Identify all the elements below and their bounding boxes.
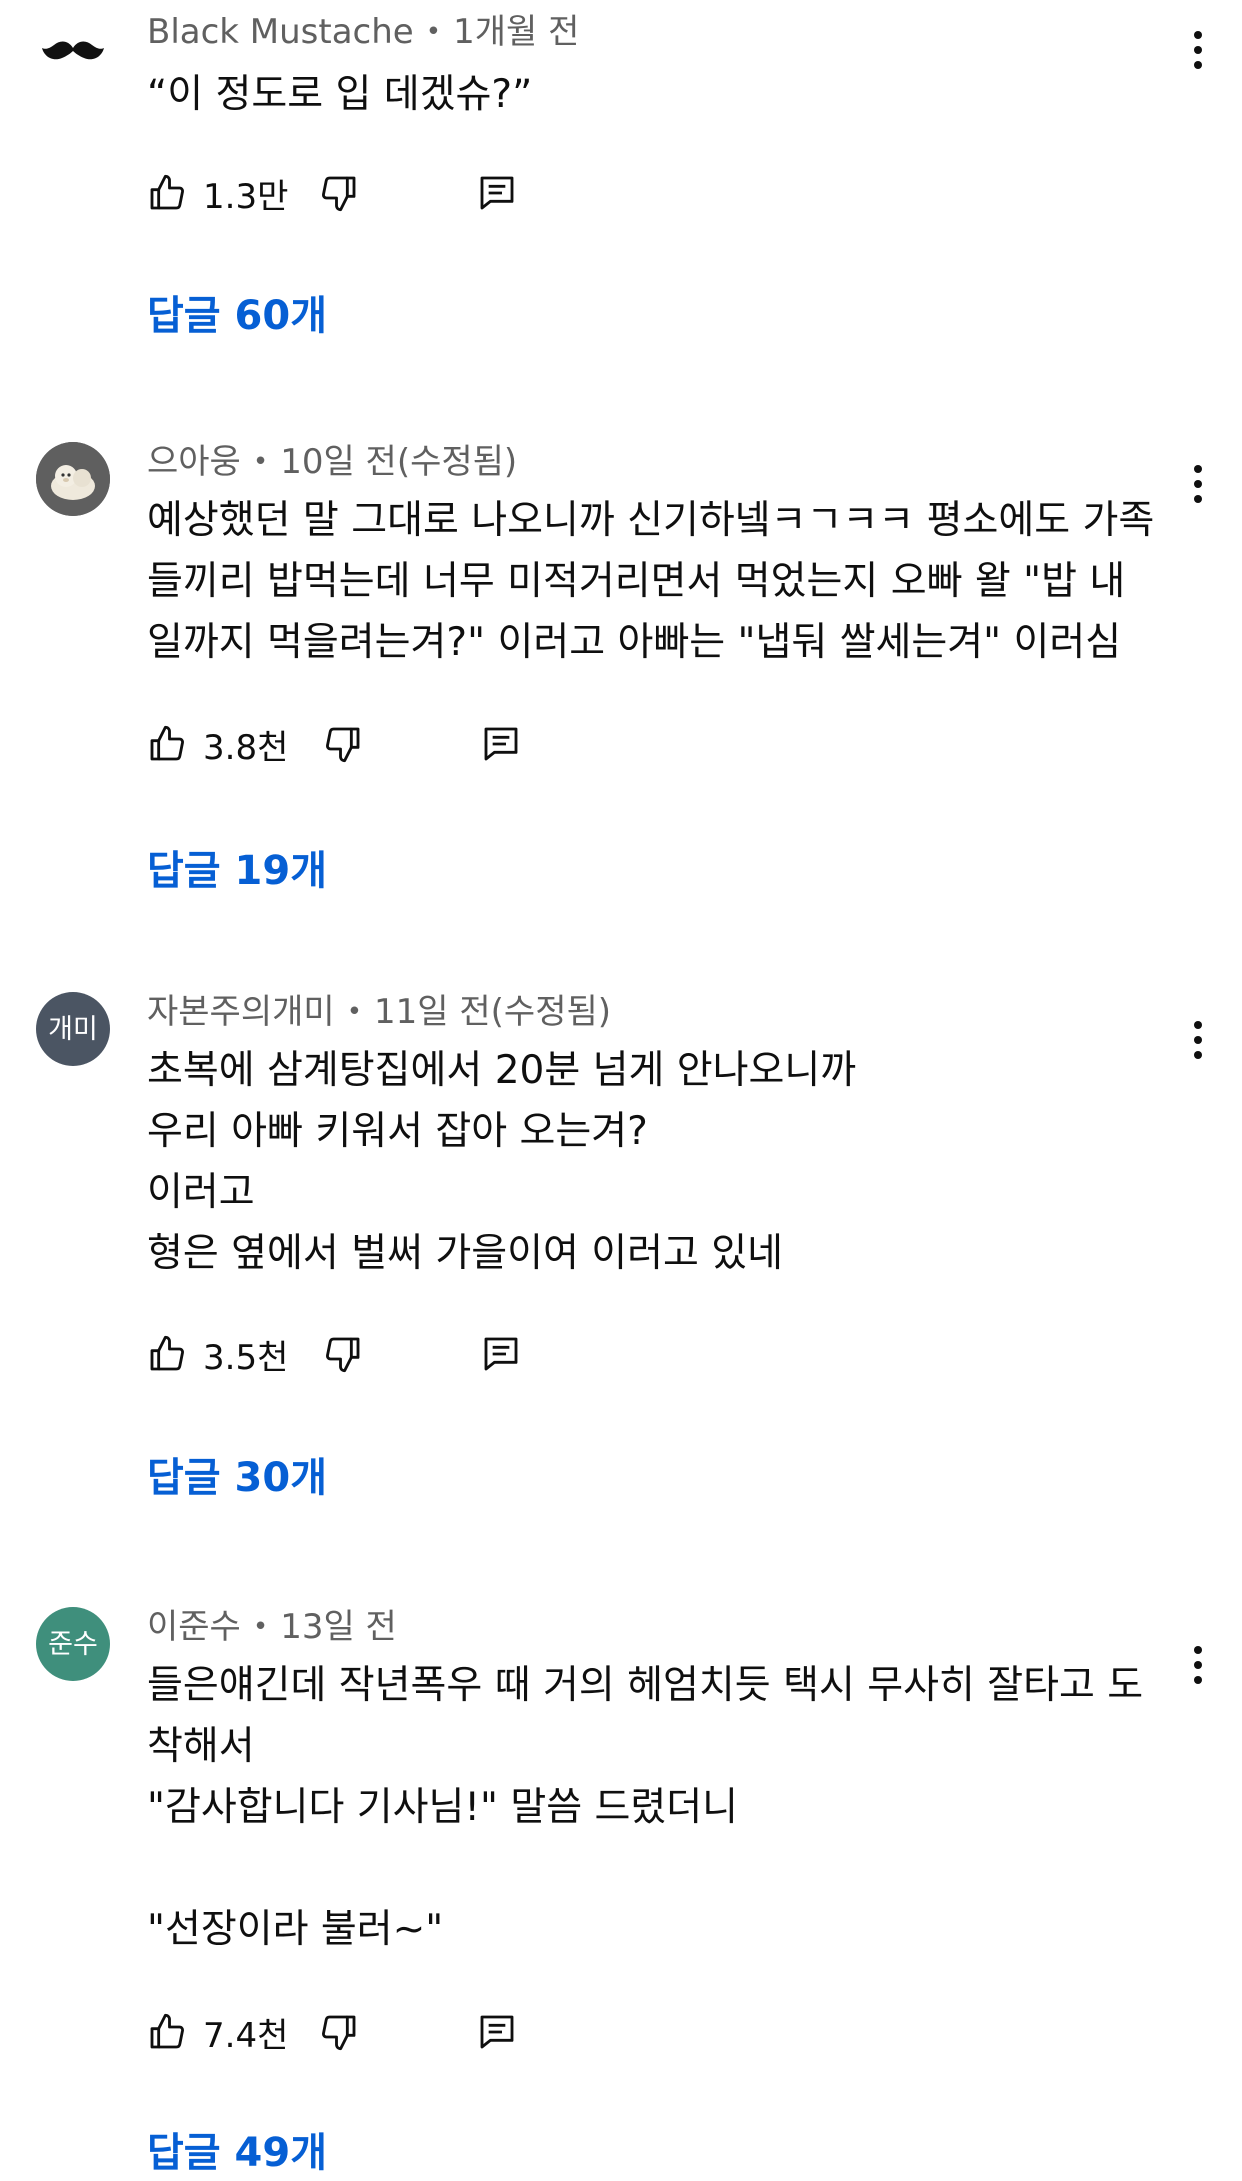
comment-line: 예상했던 말 그대로 나오니까 신기하넼ㅋㄱㅋㅋ 평소에도 가족 xyxy=(147,498,1155,543)
comment-line: 들은얘긴데 작년폭우 때 거의 헤엄치듯 택시 무사히 잘타고 도 xyxy=(147,1663,1144,1708)
author-name[interactable]: Black Mustache xyxy=(147,12,414,52)
comment-actions: 3.8천 xyxy=(147,716,567,772)
comment-actions: 3.5천 xyxy=(147,1326,567,1382)
comment-time: 13일 전 xyxy=(280,1607,397,1647)
comment-line: “이 정도로 입 데겠슈?” xyxy=(147,72,533,117)
like-button[interactable]: 3.8천 xyxy=(147,716,288,772)
comment-icon xyxy=(484,1337,518,1371)
view-replies-button[interactable]: 답글 60개 xyxy=(147,290,327,342)
reply-button[interactable] xyxy=(481,1326,521,1382)
avatar-initials: 개미 xyxy=(48,1013,98,1045)
comment-actions: 7.4천 xyxy=(147,2004,567,2060)
like-button[interactable]: 1.3만 xyxy=(147,165,288,221)
separator-dot: • xyxy=(252,447,269,477)
more-vert-icon xyxy=(1194,31,1202,69)
comment-line: 우리 아빠 키워서 잡아 오는겨? xyxy=(147,1109,648,1154)
more-vert-icon xyxy=(1194,1646,1202,1684)
comment-meta: 이준수 • 13일 전 xyxy=(147,1605,397,1649)
dislike-button[interactable] xyxy=(323,716,363,772)
comment-line: "감사합니다 기사님!" 말씀 드렸더니 xyxy=(147,1785,739,1830)
comment-text: “이 정도로 입 데겠슈?” xyxy=(147,64,1187,125)
comment-icon xyxy=(484,727,518,761)
view-replies-button[interactable]: 답글 30개 xyxy=(147,1452,327,1504)
thumb-down-icon xyxy=(322,2015,356,2051)
like-count: 7.4천 xyxy=(203,2015,289,2056)
thumb-down-icon xyxy=(326,1337,360,1373)
thumb-up-icon xyxy=(150,174,184,210)
comment-time: 1개월 전 xyxy=(453,12,580,52)
author-name[interactable]: 이준수 xyxy=(147,1607,241,1647)
comment-text: 들은얘긴데 작년폭우 때 거의 헤엄치듯 택시 무사히 잘타고 도 착해서 "감… xyxy=(147,1655,1187,1960)
reply-button[interactable] xyxy=(481,716,521,772)
avatar[interactable] xyxy=(36,14,110,88)
like-button[interactable]: 7.4천 xyxy=(147,2004,288,2060)
thumb-down-icon xyxy=(326,727,360,763)
thumb-up-icon xyxy=(150,2013,184,2049)
thumb-down-icon xyxy=(322,176,356,212)
mustache-icon xyxy=(42,41,104,60)
thumb-up-icon xyxy=(150,1335,184,1371)
separator-dot: • xyxy=(425,17,442,47)
comment-meta: 자본주의개미 • 11일 전(수정됨) xyxy=(147,990,611,1034)
comment-line: 들끼리 밥먹는데 너무 미적거리면서 먹었는지 오빠 왈 "밥 내 xyxy=(147,559,1126,604)
comment-meta: 으아웅 • 10일 전(수정됨) xyxy=(147,440,517,484)
like-button[interactable]: 3.5천 xyxy=(147,1326,288,1382)
avatar[interactable]: 개미 xyxy=(36,992,110,1066)
comment-meta: Black Mustache • 1개월 전 xyxy=(147,10,579,54)
reply-button[interactable] xyxy=(477,165,517,221)
comment-line: 이러고 xyxy=(147,1170,255,1215)
like-count: 3.5천 xyxy=(203,1337,289,1378)
comment-text: 초복에 삼계탕집에서 20분 넘게 안나오니까 우리 아빠 키워서 잡아 오는겨… xyxy=(147,1040,1187,1284)
comment-line: 일까지 먹을려는겨?" 이러고 아빠는 "냅둬 쌀세는겨" 이러심 xyxy=(147,620,1122,665)
separator-dot: • xyxy=(252,1612,269,1642)
more-vert-icon xyxy=(1194,465,1202,503)
more-vert-icon xyxy=(1194,1021,1202,1059)
view-replies-button[interactable]: 답글 19개 xyxy=(147,845,327,897)
dislike-button[interactable] xyxy=(319,2004,359,2060)
comment-time: 10일 전(수정됨) xyxy=(280,442,518,482)
comment-actions: 1.3만 xyxy=(147,165,567,221)
avatar[interactable]: 준수 xyxy=(36,1607,110,1681)
comment-icon xyxy=(480,176,514,210)
avatar[interactable] xyxy=(36,442,110,516)
avatar-initials: 준수 xyxy=(48,1628,98,1660)
like-count: 3.8천 xyxy=(203,727,289,768)
separator-dot: • xyxy=(346,997,363,1027)
author-name[interactable]: 자본주의개미 xyxy=(147,992,335,1032)
comment-line xyxy=(147,1838,1187,1899)
comment-line: "선장이라 불러~" xyxy=(147,1907,444,1952)
view-replies-button[interactable]: 답글 49개 xyxy=(147,2127,327,2179)
comment-line: 착해서 xyxy=(147,1724,255,1769)
reply-button[interactable] xyxy=(477,2004,517,2060)
comment-text: 예상했던 말 그대로 나오니까 신기하넼ㅋㄱㅋㅋ 평소에도 가족 들끼리 밥먹는… xyxy=(147,490,1187,673)
comment-line: 형은 옆에서 벌써 가을이여 이러고 있네 xyxy=(147,1231,784,1276)
dislike-button[interactable] xyxy=(319,165,359,221)
comment-time: 11일 전(수정됨) xyxy=(374,992,612,1032)
avatar-photo-icon xyxy=(36,442,110,516)
thumb-up-icon xyxy=(150,725,184,761)
like-count: 1.3만 xyxy=(203,176,289,217)
dislike-button[interactable] xyxy=(323,1326,363,1382)
comment-icon xyxy=(480,2015,514,2049)
author-name[interactable]: 으아웅 xyxy=(147,442,241,482)
comment-line: 초복에 삼계탕집에서 20분 넘게 안나오니까 xyxy=(147,1048,857,1093)
